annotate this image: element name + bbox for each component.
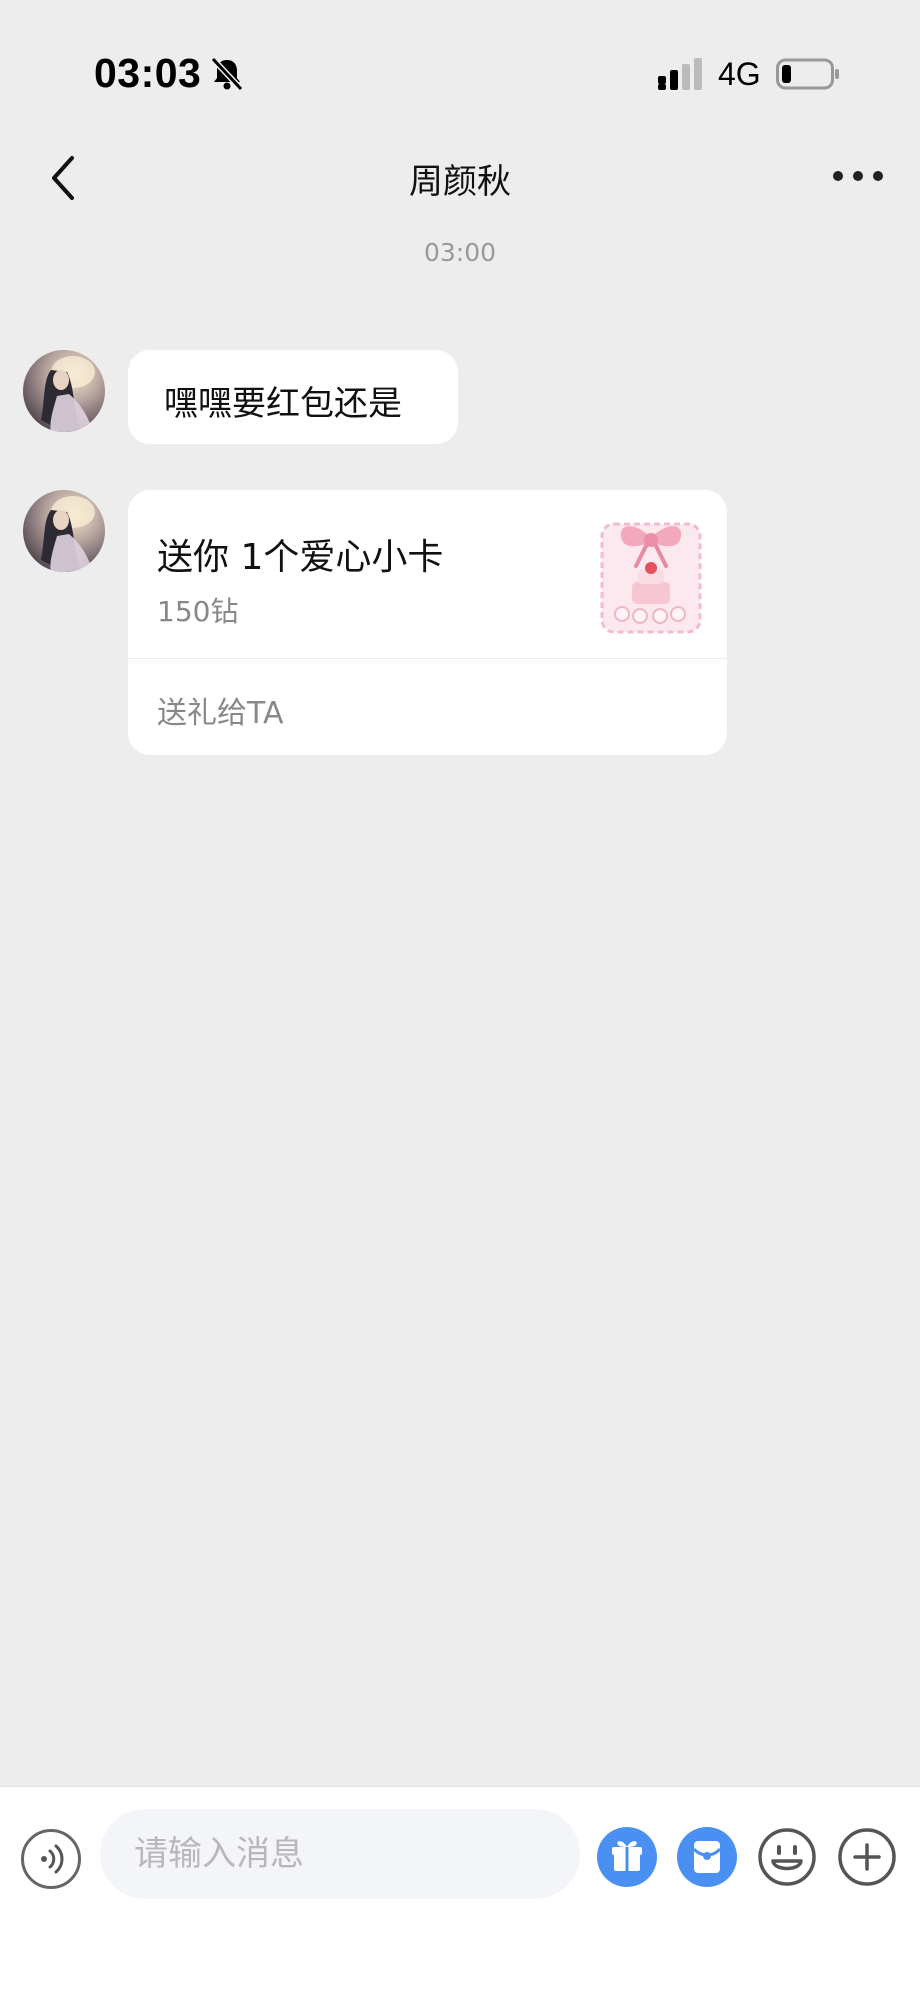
chat-title: 周颜秋 [409,162,511,202]
emoji-icon [758,1828,816,1886]
gift-price: 150钻 [157,595,239,628]
gift-button[interactable] [597,1827,657,1887]
message-timestamp: 03:00 [423,238,497,267]
voice-button[interactable] [21,1829,81,1889]
plus-icon [838,1828,896,1886]
avatar[interactable] [23,490,105,572]
network-type: 4G [718,56,761,92]
battery-icon [776,58,839,90]
gift-message-card[interactable]: 送你 1个爱心小卡 150钻 送礼给TA [128,490,727,755]
emoji-button[interactable] [757,1827,817,1887]
plus-button[interactable] [837,1827,897,1887]
input-bar [0,1786,920,2000]
divider [128,658,727,659]
more-dots-icon[interactable] [832,168,884,184]
gift-cake-bow-icon [600,522,702,634]
voice-icon [41,1844,64,1874]
bell-muted-icon [210,56,244,92]
gift-title: 送你 1个爱心小卡 [157,537,444,578]
nav-bar: 周颜秋 [0,130,920,230]
avatar[interactable] [23,350,105,432]
status-time: 03:03 [94,50,202,96]
gift-icon [612,1841,642,1871]
message-input[interactable] [100,1809,580,1899]
status-bar: 03:03 4G [0,0,920,150]
send-gift-link[interactable]: 送礼给TA [157,688,284,732]
message-text: 嘿嘿要红包还是 [164,384,402,424]
red-packet-button[interactable] [677,1827,737,1887]
signal-icon [658,58,702,90]
message-bubble[interactable]: 嘿嘿要红包还是 [128,350,458,444]
red-packet-icon [692,1841,722,1873]
